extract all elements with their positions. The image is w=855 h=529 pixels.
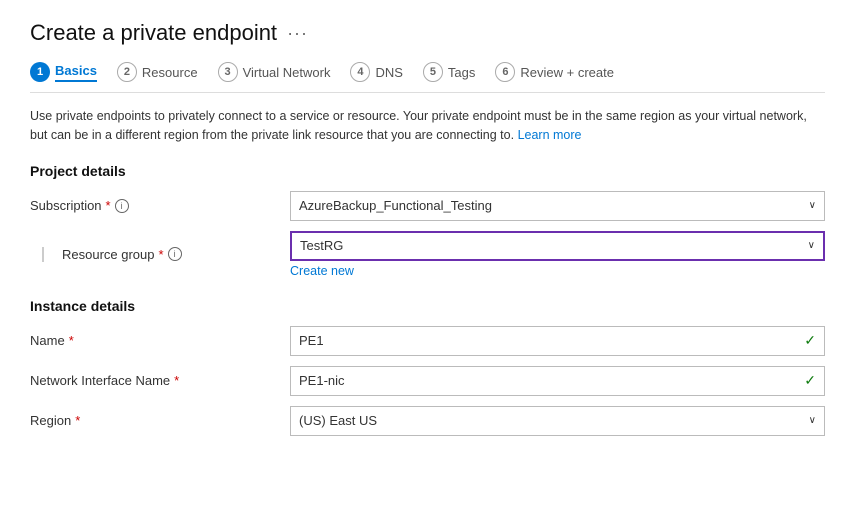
network-interface-label: Network Interface Name *	[30, 373, 290, 388]
resource-group-value: TestRG	[300, 238, 343, 253]
subscription-label: Subscription * i	[30, 198, 290, 213]
network-interface-row: Network Interface Name * PE1-nic ✓	[30, 366, 825, 396]
subscription-required: *	[106, 198, 111, 213]
region-required: *	[75, 413, 80, 428]
name-value: PE1	[299, 333, 324, 348]
instance-details-title: Instance details	[30, 298, 825, 314]
subscription-value: AzureBackup_Functional_Testing	[299, 198, 492, 213]
network-interface-value: PE1-nic	[299, 373, 345, 388]
step-1-label: Basics	[55, 63, 97, 82]
resource-group-label-col: Resource group * i	[30, 247, 290, 262]
step-dns[interactable]: 4 DNS	[350, 62, 402, 82]
network-interface-label-col: Network Interface Name *	[30, 373, 290, 388]
resource-group-label: Resource group * i	[62, 247, 290, 262]
instance-details-section: Instance details Name * PE1 ✓ Network In…	[30, 298, 825, 436]
subscription-label-col: Subscription * i	[30, 198, 290, 213]
subscription-info-icon[interactable]: i	[115, 199, 129, 213]
subscription-dropdown[interactable]: AzureBackup_Functional_Testing ∨	[290, 191, 825, 221]
step-6-label: Review + create	[520, 65, 614, 80]
step-4-label: DNS	[375, 65, 402, 80]
page-title: Create a private endpoint	[30, 20, 277, 46]
subscription-row: Subscription * i AzureBackup_Functional_…	[30, 191, 825, 221]
network-interface-input[interactable]: PE1-nic ✓	[290, 366, 825, 396]
page-title-row: Create a private endpoint ···	[30, 20, 825, 46]
resource-group-row: Resource group * i TestRG ∨ Create new	[30, 231, 825, 278]
step-review-create[interactable]: 6 Review + create	[495, 62, 614, 82]
name-input[interactable]: PE1 ✓	[290, 326, 825, 356]
step-5-circle: 5	[423, 62, 443, 82]
step-tags[interactable]: 5 Tags	[423, 62, 475, 82]
project-details-section: Project details Subscription * i AzureBa…	[30, 163, 825, 278]
resource-group-indent: Resource group * i	[42, 247, 290, 262]
step-3-label: Virtual Network	[243, 65, 331, 80]
resource-group-info-icon[interactable]: i	[168, 247, 182, 261]
region-row: Region * (US) East US ∨	[30, 406, 825, 436]
step-4-circle: 4	[350, 62, 370, 82]
name-row: Name * PE1 ✓	[30, 326, 825, 356]
project-details-title: Project details	[30, 163, 825, 179]
step-basics[interactable]: 1 Basics	[30, 62, 97, 82]
step-2-label: Resource	[142, 65, 198, 80]
name-label-col: Name *	[30, 333, 290, 348]
network-interface-control: PE1-nic ✓	[290, 366, 825, 396]
learn-more-link[interactable]: Learn more	[518, 128, 582, 142]
network-interface-valid-icon: ✓	[804, 372, 816, 389]
region-chevron-icon: ∨	[809, 415, 816, 426]
subscription-chevron-icon: ∨	[809, 200, 816, 211]
region-control: (US) East US ∨	[290, 406, 825, 436]
step-resource[interactable]: 2 Resource	[117, 62, 198, 82]
step-virtual-network[interactable]: 3 Virtual Network	[218, 62, 331, 82]
create-new-link[interactable]: Create new	[290, 264, 354, 278]
step-1-circle: 1	[30, 62, 50, 82]
resource-group-required: *	[159, 247, 164, 262]
region-value: (US) East US	[299, 413, 377, 428]
description-text: Use private endpoints to privately conne…	[30, 107, 825, 145]
resource-group-chevron-icon: ∨	[808, 240, 815, 251]
step-2-circle: 2	[117, 62, 137, 82]
network-interface-required: *	[174, 373, 179, 388]
step-5-label: Tags	[448, 65, 475, 80]
subscription-control: AzureBackup_Functional_Testing ∨	[290, 191, 825, 221]
name-valid-icon: ✓	[804, 332, 816, 349]
step-3-circle: 3	[218, 62, 238, 82]
name-control: PE1 ✓	[290, 326, 825, 356]
name-label: Name *	[30, 333, 290, 348]
region-dropdown[interactable]: (US) East US ∨	[290, 406, 825, 436]
ellipsis-menu-button[interactable]: ···	[287, 23, 308, 44]
step-6-circle: 6	[495, 62, 515, 82]
region-label-col: Region *	[30, 413, 290, 428]
name-required: *	[69, 333, 74, 348]
resource-group-control: TestRG ∨ Create new	[290, 231, 825, 278]
resource-group-dropdown[interactable]: TestRG ∨	[290, 231, 825, 261]
region-label: Region *	[30, 413, 290, 428]
wizard-steps: 1 Basics 2 Resource 3 Virtual Network 4 …	[30, 62, 825, 93]
